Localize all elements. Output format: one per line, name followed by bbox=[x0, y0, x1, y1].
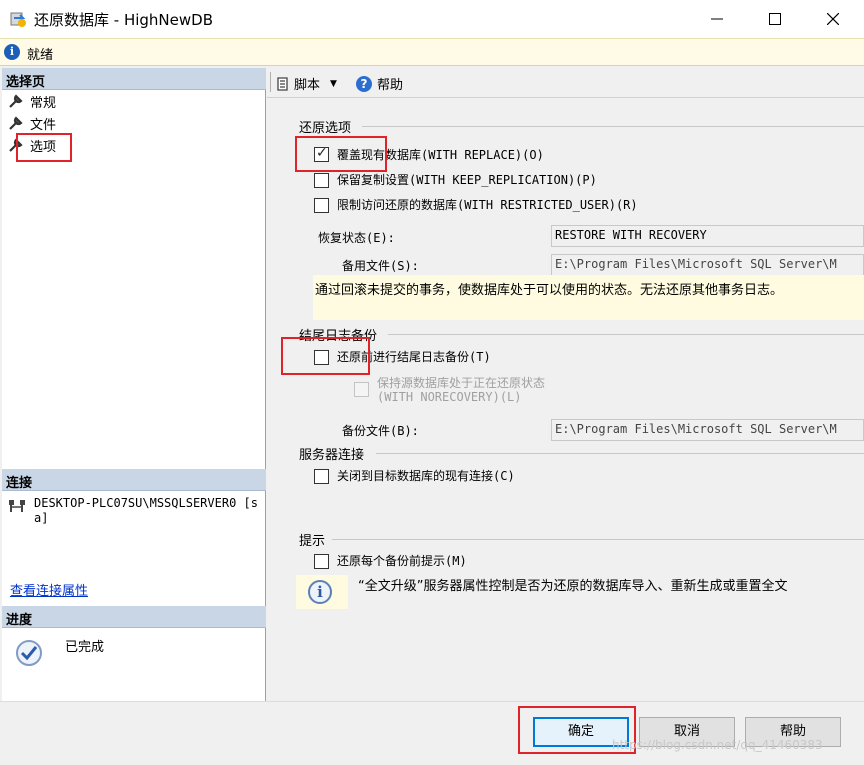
highlight-options bbox=[16, 133, 72, 162]
highlight-overwrite bbox=[295, 136, 387, 172]
restore-options-title: 还原选项 bbox=[299, 121, 352, 136]
standby-file-label: 备用文件(S): bbox=[342, 259, 419, 273]
help-label: 帮助 bbox=[377, 78, 404, 93]
close-icon bbox=[827, 13, 839, 25]
help-icon: ? bbox=[356, 75, 372, 92]
keep-replication-checkbox[interactable] bbox=[314, 173, 329, 188]
info-icon: i bbox=[308, 580, 332, 604]
toolbar-grip bbox=[270, 72, 272, 92]
script-icon bbox=[277, 76, 288, 91]
maximize-icon bbox=[769, 13, 781, 25]
connection-header: 连接 bbox=[2, 469, 266, 491]
progress-header: 进度 bbox=[2, 606, 266, 628]
watermark: https://blog.csdn.net/qq_41460383 bbox=[612, 738, 823, 752]
view-connection-properties-link[interactable]: 查看连接属性 bbox=[10, 580, 88, 599]
keep-source-label-line1: 保持源数据库处于正在还原状态 bbox=[377, 376, 546, 390]
backup-file-input[interactable]: E:\Program Files\Microsoft SQL Server\M bbox=[551, 419, 864, 441]
group-divider bbox=[388, 334, 864, 335]
group-divider bbox=[332, 539, 864, 540]
close-button[interactable] bbox=[804, 0, 862, 38]
minimize-icon bbox=[711, 18, 723, 20]
info-icon: i bbox=[4, 44, 20, 60]
help-toolbar-button[interactable]: ? 帮助 bbox=[355, 74, 403, 93]
group-divider bbox=[376, 453, 864, 454]
window-title: 还原数据库 - HighNewDB bbox=[34, 11, 213, 29]
recovery-description: 通过回滚未提交的事务，使数据库处于可以使用的状态。无法还原其他事务日志。 bbox=[313, 275, 864, 320]
chevron-down-icon: ▼ bbox=[330, 78, 337, 89]
restricted-user-label: 限制访问还原的数据库(WITH RESTRICTED_USER)(R) bbox=[337, 198, 638, 212]
keep-source-label-line2: (WITH NORECOVERY)(L) bbox=[377, 390, 522, 404]
prompt-before-backup-checkbox[interactable] bbox=[314, 554, 329, 569]
restricted-user-checkbox[interactable] bbox=[314, 198, 329, 213]
fulltext-info-text: “全文升级”服务器属性控制是否为还原的数据库导入、重新生成或重置全文 bbox=[358, 579, 788, 594]
restore-database-icon bbox=[10, 12, 26, 27]
connection-text: DESKTOP-PLC07SU\MSSQLSERVER0 [sa] bbox=[34, 496, 258, 525]
nav-item-label: 文件 bbox=[30, 117, 57, 133]
prompt-before-backup-label: 还原每个备份前提示(M) bbox=[337, 554, 467, 568]
nav-item-general[interactable]: 常规 bbox=[8, 91, 56, 111]
keep-source-restoring-checkbox[interactable] bbox=[354, 382, 369, 397]
status-bar bbox=[0, 38, 864, 66]
backup-file-label: 备份文件(B): bbox=[342, 424, 419, 438]
server-connection-icon bbox=[9, 500, 25, 512]
server-connection-title: 服务器连接 bbox=[299, 448, 365, 463]
info-box: i bbox=[296, 575, 348, 609]
nav-item-label: 常规 bbox=[30, 95, 57, 111]
prompt-title: 提示 bbox=[299, 534, 326, 549]
progress-status: 已完成 bbox=[65, 640, 105, 655]
close-connections-checkbox[interactable] bbox=[314, 469, 329, 484]
recovery-state-label: 恢复状态(E): bbox=[318, 231, 395, 245]
keep-replication-label: 保留复制设置(WITH KEEP_REPLICATION)(P) bbox=[337, 173, 597, 187]
script-button[interactable]: 脚本 ▼ bbox=[274, 74, 337, 93]
standby-file-input[interactable]: E:\Program Files\Microsoft SQL Server\M bbox=[551, 254, 864, 276]
close-connections-label: 关闭到目标数据库的现有连接(C) bbox=[337, 469, 515, 483]
script-label: 脚本 bbox=[294, 78, 321, 93]
wrench-icon bbox=[9, 116, 23, 130]
group-divider bbox=[362, 126, 864, 127]
nav-item-files[interactable]: 文件 bbox=[8, 113, 56, 133]
minimize-button[interactable] bbox=[688, 0, 746, 38]
recovery-state-select[interactable]: RESTORE WITH RECOVERY bbox=[551, 225, 864, 247]
select-page-header: 选择页 bbox=[2, 68, 266, 90]
maximize-button[interactable] bbox=[746, 0, 804, 38]
status-text: 就绪 bbox=[27, 48, 54, 63]
wrench-icon bbox=[9, 94, 23, 108]
completed-check-icon bbox=[16, 640, 42, 666]
svg-text:?: ? bbox=[361, 77, 368, 91]
highlight-tail-log bbox=[281, 337, 370, 375]
